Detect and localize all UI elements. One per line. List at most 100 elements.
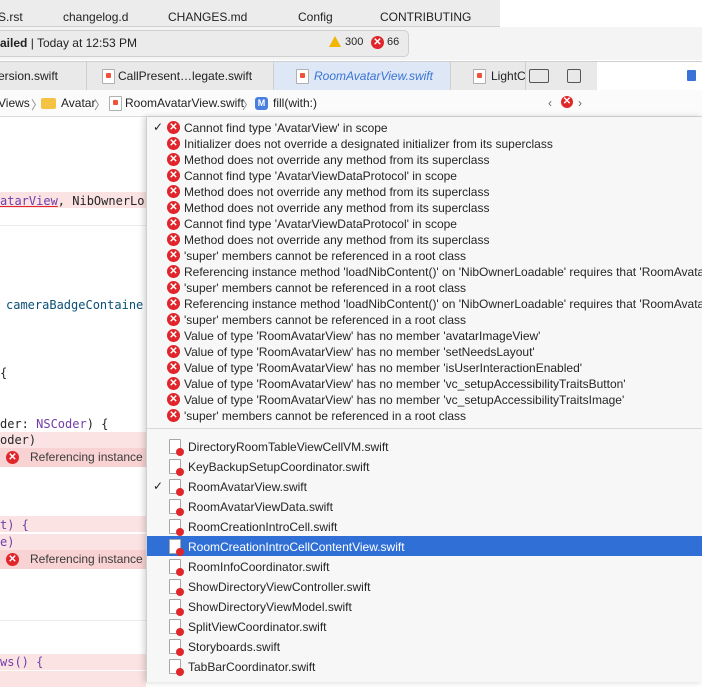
issue-menu-item[interactable]: ✕ Value of type 'RoomAvatarView' has no m… [147, 392, 702, 408]
error-icon: ✕ [167, 217, 180, 230]
issue-menu-item[interactable]: ✕ Value of type 'RoomAvatarView' has no m… [147, 344, 702, 360]
file-menu-item[interactable]: RoomCreationIntroCell.swift [147, 516, 702, 536]
file-menu-item[interactable]: RoomInfoCoordinator.swift [147, 556, 702, 576]
file-name: TabBarCoordinator.swift [188, 660, 316, 674]
issue-menu-item[interactable]: ✕ Value of type 'RoomAvatarView' has no m… [147, 328, 702, 344]
error-count[interactable]: 66 [387, 36, 399, 48]
issue-menu-item[interactable]: ✕ 'super' members cannot be referenced in… [147, 312, 702, 328]
jump-bar: Views 〉 Avatar 〉 RoomAvatarView.swift 〉 … [0, 90, 702, 117]
warning-count[interactable]: 300 [345, 36, 363, 48]
inline-error[interactable]: ✕ Referencing instance [0, 550, 146, 569]
breadcrumb-avatar[interactable]: Avatar [61, 96, 95, 110]
issue-message: Referencing instance method 'loadNibCont… [184, 297, 702, 311]
code-line: atarView, NibOwnerLo [0, 194, 145, 208]
issue-message: Value of type 'RoomAvatarView' has no me… [184, 393, 625, 407]
issue-message: Value of type 'RoomAvatarView' has no me… [184, 329, 541, 343]
error-icon[interactable]: ✕ [561, 96, 573, 108]
file-menu-item[interactable]: KeyBackupSetupCoordinator.swift [147, 456, 702, 476]
file-browser-strip: S.rst changelog.d CHANGES.md Config CONT… [0, 0, 500, 27]
issue-navigator-menu: ✓ ✕ Cannot find type 'AvatarView' in scope… [146, 117, 702, 682]
swift-file-icon [102, 69, 115, 84]
issue-menu-item[interactable]: ✕ Method does not override any method fro… [147, 232, 702, 248]
file-inspector-icon[interactable] [687, 70, 696, 81]
error-icon: ✕ [167, 393, 180, 406]
editor-options-icon[interactable] [529, 69, 549, 83]
issue-menu-item[interactable]: ✕ 'super' members cannot be referenced in… [147, 248, 702, 264]
file-item[interactable]: Config [298, 10, 333, 24]
file-item[interactable]: CONTRIBUTING [380, 10, 471, 24]
swift-file-error-icon [169, 619, 184, 636]
swift-file-icon [296, 69, 309, 84]
file-menu-item[interactable]: ShowDirectoryViewModel.swift [147, 596, 702, 616]
swift-file-error-icon [169, 439, 184, 456]
file-menu-item[interactable]: TabBarCoordinator.swift [147, 656, 702, 676]
issue-message: Method does not override any method from… [184, 233, 490, 247]
tab-light[interactable]: LightC [451, 62, 526, 90]
breadcrumb-method[interactable]: fill(with:) [273, 96, 317, 110]
issue-menu-item[interactable]: ✕ Method does not override any method fro… [147, 200, 702, 216]
tab-label: RoomAvatarView.swift [314, 69, 433, 83]
tab-label: ersion.swift [0, 69, 59, 83]
inline-error[interactable]: ✕ Referencing instance [0, 448, 146, 467]
inline-error-message: Referencing instance [30, 552, 143, 566]
file-menu-item[interactable]: SplitViewCoordinator.swift [147, 616, 702, 636]
file-name: DirectoryRoomTableViewCellVM.swift [188, 440, 389, 454]
file-name: ShowDirectoryViewModel.swift [188, 600, 352, 614]
breadcrumb-views[interactable]: Views [0, 96, 30, 110]
file-menu-item[interactable]: DirectoryRoomTableViewCellVM.swift [147, 436, 702, 456]
add-editor-icon[interactable] [567, 69, 581, 83]
previous-issue-icon[interactable]: ‹ [548, 96, 552, 110]
issue-menu-item[interactable]: ✕ 'super' members cannot be referenced in… [147, 408, 702, 424]
breadcrumb-file[interactable]: RoomAvatarView.swift [125, 96, 244, 110]
issue-message: 'super' members cannot be referenced in … [184, 249, 467, 263]
code-line: der: NSCoder) { [0, 417, 109, 431]
file-name: RoomAvatarViewData.swift [188, 500, 333, 514]
issue-message: Method does not override any method from… [184, 185, 490, 199]
issue-message: Method does not override any method from… [184, 201, 490, 215]
issue-menu-item[interactable]: ✕ Value of type 'RoomAvatarView' has no m… [147, 376, 702, 392]
file-item[interactable]: S.rst [0, 10, 23, 24]
tab-label: CallPresent…legate.swift [118, 69, 253, 83]
issue-menu-item[interactable]: ✕ Cannot find type 'AvatarViewDataProtoco… [147, 216, 702, 232]
checkmark-icon: ✓ [153, 120, 164, 134]
error-line-highlight [0, 671, 146, 687]
swift-file-error-icon [169, 499, 184, 516]
tab-call-presenter[interactable]: CallPresent…legate.swift [87, 62, 274, 90]
error-icon: ✕ [167, 201, 180, 214]
issue-menu-item[interactable]: ✕ Method does not override any method fro… [147, 184, 702, 200]
file-menu-item[interactable]: ✓ RoomAvatarView.swift [147, 476, 702, 496]
issue-message: 'super' members cannot be referenced in … [184, 281, 467, 295]
editor-tab-bar: ersion.swift CallPresent…legate.swift Ro… [0, 61, 702, 91]
issue-message: Cannot find type 'AvatarView' in scope [184, 121, 388, 135]
error-icon: ✕ [167, 265, 180, 278]
error-icon: ✕ [167, 377, 180, 390]
error-icon[interactable]: ✕ [371, 36, 384, 49]
issue-menu-item[interactable]: ✕ 'super' members cannot be referenced in… [147, 280, 702, 296]
file-name: KeyBackupSetupCoordinator.swift [188, 460, 370, 474]
issue-menu-item[interactable]: ✕ Initializer does not override a designa… [147, 136, 702, 152]
issue-menu-item[interactable]: ✕ Referencing instance method 'loadNibCon… [147, 264, 702, 280]
issue-menu-item[interactable]: ✓ ✕ Cannot find type 'AvatarView' in scope [147, 120, 702, 136]
file-menu-item[interactable]: RoomAvatarViewData.swift [147, 496, 702, 516]
issue-message: Cannot find type 'AvatarViewDataProtocol… [184, 169, 457, 183]
issue-menu-item[interactable]: ✕ Cannot find type 'AvatarViewDataProtoco… [147, 168, 702, 184]
file-menu-item[interactable]: RoomCreationIntroCellContentView.swift [147, 536, 702, 556]
error-icon: ✕ [6, 451, 19, 464]
issue-menu-item[interactable]: ✕ Value of type 'RoomAvatarView' has no m… [147, 360, 702, 376]
inline-error-message: Referencing instance [30, 450, 143, 464]
warning-icon[interactable] [329, 36, 341, 47]
issue-menu-item[interactable]: ✕ Referencing instance method 'loadNibCon… [147, 296, 702, 312]
file-name: RoomInfoCoordinator.swift [188, 560, 330, 574]
issue-menu-item[interactable]: ✕ Method does not override any method fro… [147, 152, 702, 168]
next-issue-icon[interactable]: › [578, 96, 582, 110]
tab-room-avatar-view[interactable]: RoomAvatarView.swift [274, 62, 451, 90]
code-line: { [0, 366, 8, 380]
file-menu-item[interactable]: Storyboards.swift [147, 636, 702, 656]
file-item[interactable]: changelog.d [63, 10, 128, 24]
file-item[interactable]: CHANGES.md [168, 10, 247, 24]
code-editor[interactable]: atarView, NibOwnerLo cameraBadgeContaine… [0, 117, 146, 687]
file-menu-item[interactable]: ShowDirectoryViewController.swift [147, 576, 702, 596]
error-icon: ✕ [167, 345, 180, 358]
tab-label: LightC [491, 69, 526, 83]
tab-version[interactable]: ersion.swift [0, 62, 87, 90]
